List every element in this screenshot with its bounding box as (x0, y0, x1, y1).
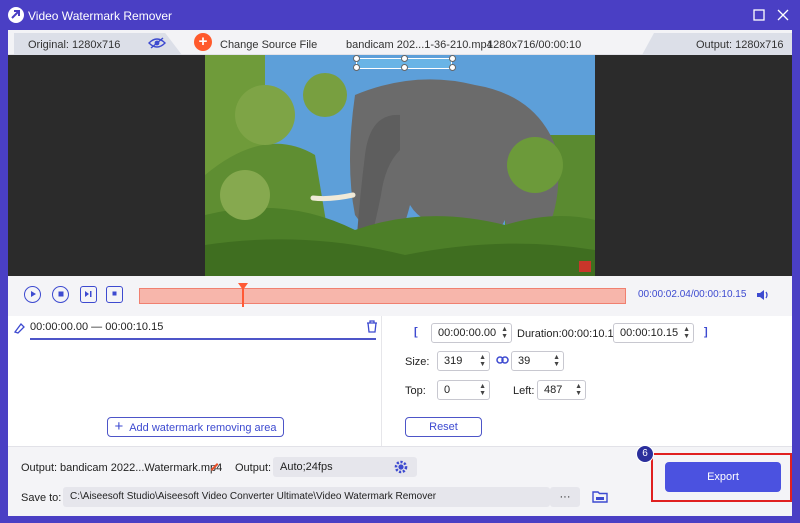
timecode: 00:00:02.04/00:00:10.15 (638, 289, 746, 300)
playhead[interactable] (237, 283, 248, 307)
spin-arrows-icon[interactable]: ▲ ▼ (479, 354, 486, 368)
video-preview (8, 55, 792, 276)
current-time: 00:00:02.04 (638, 289, 691, 300)
spin-arrows-icon[interactable]: ▲ ▼ (575, 383, 582, 397)
size-label: Size: (405, 356, 430, 368)
stop-icon[interactable] (52, 286, 69, 303)
main-content: Original: 1280x716 + Change Source File … (8, 30, 792, 516)
end-time-field[interactable]: 00:00:10.15 ▲ ▼ (613, 323, 694, 343)
highlight-box (651, 453, 792, 502)
bracket-left[interactable]: [ (414, 326, 418, 338)
play-icon[interactable] (24, 286, 41, 303)
left-field[interactable]: 487 ▲ ▼ (537, 380, 586, 400)
height-field[interactable]: 39 ▲ ▼ (511, 351, 564, 371)
output-label: Output: (21, 462, 58, 474)
add-source-icon[interactable]: + (194, 33, 212, 51)
browse-button[interactable]: ··· (550, 487, 580, 507)
resize-handle[interactable] (449, 55, 456, 62)
total-time: /00:00:10.15 (690, 289, 747, 300)
output-format-label: Output: (235, 462, 272, 474)
playback-controls: 00:00:02.04/00:00:10.15 (8, 276, 792, 316)
add-watermark-area-button[interactable]: + Add watermark removing area (107, 417, 284, 437)
title-bar: Video Watermark Remover (0, 0, 800, 30)
area-range-bar (30, 338, 376, 340)
gear-icon[interactable] (394, 460, 408, 477)
duration-label: Duration:00:00:10.15 (517, 328, 620, 340)
change-source-button[interactable]: Change Source File (220, 39, 317, 51)
next-frame-icon[interactable] (80, 286, 97, 303)
video-frame[interactable] (205, 55, 595, 276)
folder-icon[interactable] (592, 490, 608, 506)
timeline-track[interactable] (139, 283, 626, 307)
output-resolution: Output: 1280x716 (696, 39, 784, 51)
step-badge: 6 (636, 445, 654, 463)
bracket-right[interactable]: ] (704, 326, 708, 338)
link-icon[interactable] (496, 355, 509, 368)
app-logo-icon (8, 7, 24, 23)
eye-hide-icon[interactable] (148, 37, 166, 52)
resize-handle[interactable] (353, 64, 360, 71)
left-label: Left: (513, 385, 535, 397)
fullscreen-icon[interactable] (106, 286, 123, 303)
resize-handle[interactable] (449, 64, 456, 71)
spin-arrows-icon[interactable]: ▲ ▼ (683, 326, 690, 340)
edit-icon[interactable] (209, 460, 220, 474)
spin-arrows-icon[interactable]: ▲ ▼ (479, 383, 486, 397)
start-time-field[interactable]: 00:00:00.00 ▲ ▼ (431, 323, 512, 343)
top-label: Top: (405, 385, 426, 397)
resize-handle[interactable] (401, 55, 408, 62)
width-field[interactable]: 319 ▲ ▼ (437, 351, 490, 371)
spin-arrows-icon[interactable]: ▲ ▼ (553, 354, 560, 368)
top-field[interactable]: 0 ▲ ▼ (437, 380, 490, 400)
plus-icon: + (114, 418, 124, 435)
output-file-name: bandicam 2022...Watermark.mp4 (60, 462, 223, 474)
save-path-field[interactable]: C:\Aiseesoft Studio\Aiseesoft Video Conv… (63, 487, 550, 507)
save-to-label: Save to: (21, 492, 62, 504)
eraser-icon (13, 322, 25, 337)
area-time-range[interactable]: 00:00:00.00 — 00:00:10.15 (30, 321, 163, 333)
source-file-name: bandicam 202...1-36-210.mp4 (346, 39, 493, 51)
source-bar: Original: 1280x716 + Change Source File … (8, 30, 792, 55)
delete-icon[interactable] (366, 320, 378, 336)
volume-icon[interactable] (756, 289, 770, 304)
spin-arrows-icon[interactable]: ▲ ▼ (501, 326, 508, 340)
watermark-area-panel: 00:00:00.00 — 00:00:10.15 + Add watermark… (8, 316, 382, 446)
resize-handle[interactable] (353, 55, 360, 62)
resize-handle[interactable] (401, 64, 408, 71)
source-file-info: 1280x716/00:00:10 (487, 39, 582, 51)
original-resolution: Original: 1280x716 (28, 39, 121, 51)
maximize-icon[interactable] (750, 6, 768, 24)
window-title: Video Watermark Remover (28, 9, 173, 23)
reset-button[interactable]: Reset (405, 417, 482, 437)
close-icon[interactable] (774, 6, 792, 24)
elephant-image (205, 55, 595, 276)
